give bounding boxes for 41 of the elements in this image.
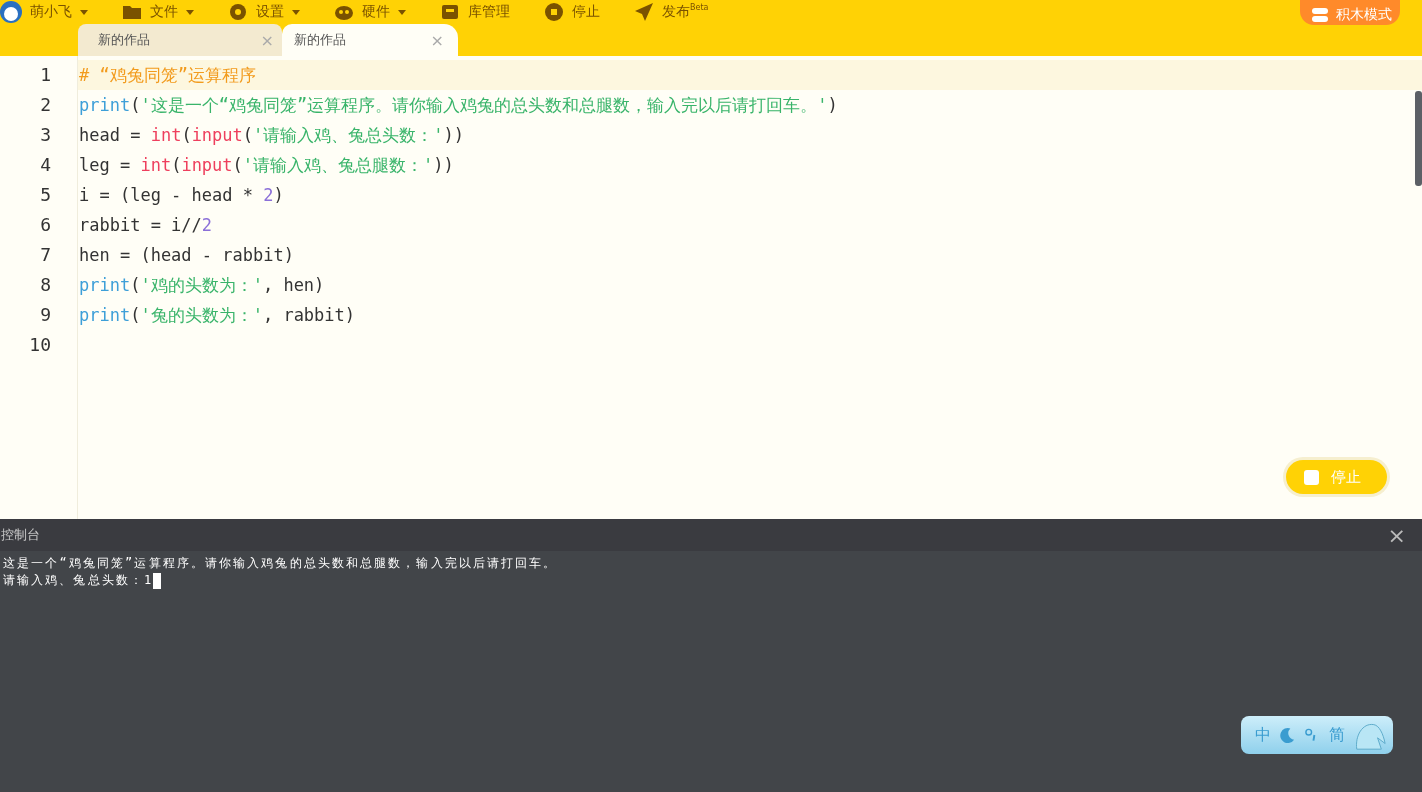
- tab-label: 新的作品: [294, 31, 346, 49]
- line-number: 2: [39, 93, 52, 117]
- code-line: i = (leg - head * 2): [78, 184, 285, 207]
- line-number: 3: [39, 123, 52, 147]
- line-number: 9: [39, 303, 52, 327]
- stop-icon: [1304, 469, 1319, 485]
- menu-item[interactable]: 停止: [544, 2, 600, 22]
- paper-plane-icon: [634, 2, 654, 22]
- line-number: 5: [39, 183, 52, 207]
- menu-item[interactable]: 设置: [228, 2, 300, 22]
- tab-label: 新的作品: [98, 31, 150, 49]
- line-number: 4: [39, 153, 52, 177]
- menu-item[interactable]: 发布$^{Beta}$: [634, 2, 709, 22]
- close-button[interactable]: ×: [1387, 522, 1406, 548]
- code-line: leg = int(input('请输入鸡、兔总腿数：')): [78, 154, 455, 177]
- menu-item[interactable]: 库管理: [440, 2, 510, 22]
- scrollbar[interactable]: [1415, 91, 1422, 186]
- line-number: 1: [39, 63, 52, 87]
- code-line: hen = (head - rabbit): [78, 244, 295, 267]
- line-number: 10: [28, 333, 52, 357]
- code-line: print('兔的头数为：', rabbit): [78, 304, 357, 327]
- console-prompt: 请输入鸡、兔总头数：: [3, 573, 144, 587]
- console-input[interactable]: 1: [144, 573, 154, 587]
- avatar-icon[interactable]: [0, 1, 22, 23]
- file-tab[interactable]: 新的作品 ×: [282, 24, 458, 56]
- line-number: 6: [39, 213, 52, 237]
- code-line: print('这是一个“鸡兔同笼”运算程序。请你输入鸡兔的总头数和总腿数，输入完以后请打回车。'): [78, 94, 839, 117]
- code-line: head = int(input('请输入鸡、兔总头数：')): [78, 124, 466, 147]
- menu-item[interactable]: 文件: [122, 2, 194, 22]
- console-line: 这是一个“鸡兔同笼”运算程序。请你输入鸡兔的总头数和总腿数，输入完以后请打回车。: [3, 555, 559, 572]
- menu-item[interactable]: 硬件: [334, 2, 406, 22]
- file-tab[interactable]: 新的作品 ×: [78, 24, 282, 56]
- code-line: print('鸡的头数为：', hen): [78, 274, 326, 297]
- menu-item[interactable]: 萌小飞: [0, 1, 88, 23]
- line-number: 7: [39, 243, 52, 267]
- moon-icon[interactable]: [1279, 726, 1296, 744]
- line-number: 8: [39, 273, 52, 297]
- code-line: rabbit = i//2: [78, 214, 214, 237]
- text-cursor: [153, 572, 162, 589]
- console-title: 控制台: [1, 526, 40, 544]
- blocks-icon: [1312, 7, 1328, 22]
